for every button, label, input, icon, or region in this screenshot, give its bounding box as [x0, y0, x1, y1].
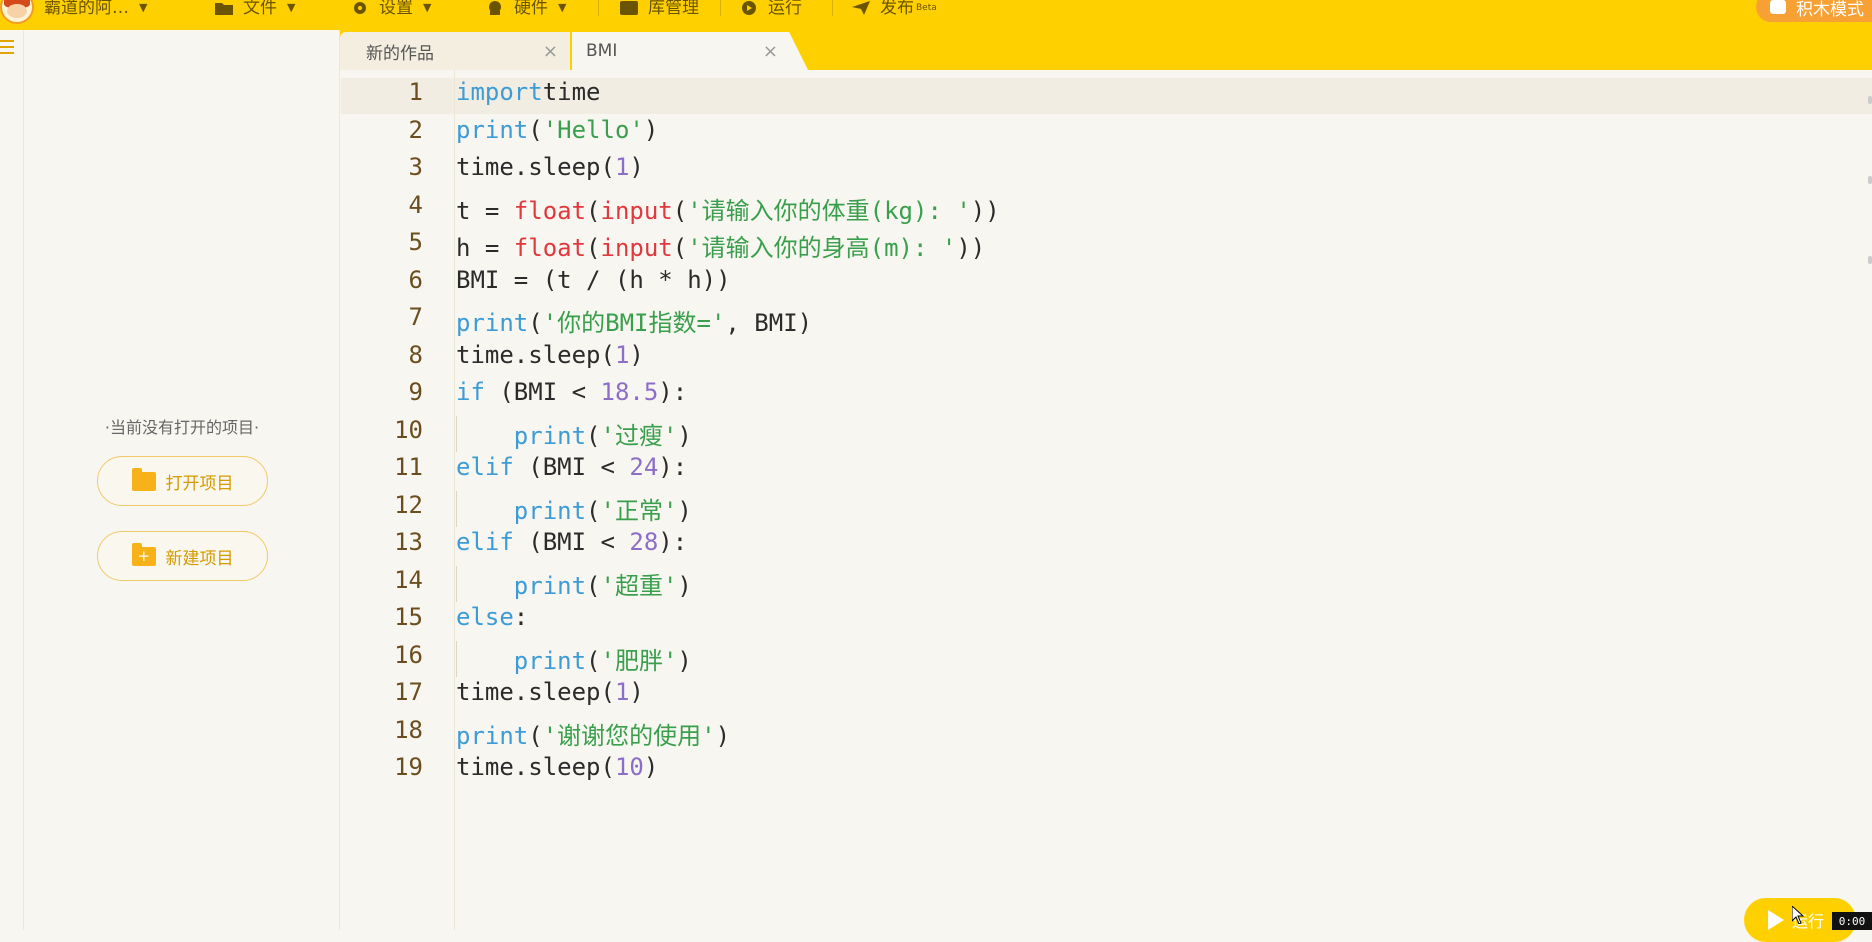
folder-icon: [131, 467, 156, 491]
user-name: 霸道的阿…: [44, 0, 129, 18]
menu-run[interactable]: 运行: [740, 0, 802, 18]
menu-file[interactable]: 文件 ▼: [215, 0, 296, 18]
open-project-button[interactable]: 打开项目: [97, 456, 268, 506]
close-icon[interactable]: ×: [763, 41, 778, 62]
code-line[interactable]: if (BMI < 18.5):: [456, 378, 687, 406]
folder-icon: [215, 3, 233, 15]
line-number: 6: [408, 266, 423, 294]
gear-icon: [354, 2, 366, 14]
hamburger-menu-icon[interactable]: [0, 40, 14, 56]
code-line[interactable]: time.sleep(1): [456, 153, 644, 181]
code-line[interactable]: time.sleep(1): [456, 678, 644, 706]
code-line[interactable]: else:: [456, 603, 528, 631]
play-icon: [1768, 910, 1784, 930]
indent-guide: [456, 491, 457, 527]
code-line[interactable]: print('超重'): [456, 566, 692, 601]
line-number: 13: [394, 528, 423, 556]
mouse-cursor-icon: [1792, 906, 1804, 924]
tab-new-work[interactable]: 新的作品 ×: [340, 32, 570, 70]
hardware-icon: [489, 1, 501, 15]
menu-file-label: 文件: [243, 0, 277, 18]
tab-label: BMI: [586, 41, 618, 61]
menu-publish[interactable]: 发布 Beta: [852, 0, 937, 18]
code-line[interactable]: importtime: [456, 78, 601, 106]
line-number: 5: [408, 228, 423, 256]
close-icon[interactable]: ×: [543, 41, 558, 62]
scroll-marker: [1868, 256, 1872, 264]
code-line[interactable]: print('谢谢您的使用'): [456, 716, 730, 751]
line-number: 19: [394, 753, 423, 781]
code-line[interactable]: elif (BMI < 28):: [456, 528, 687, 556]
line-number: 2: [408, 116, 423, 144]
code-line[interactable]: h = float(input('请输入你的身高(m): ')): [456, 228, 985, 263]
send-icon: [852, 1, 870, 15]
chevron-down-icon: ▼: [287, 1, 296, 14]
library-icon: [620, 1, 638, 15]
beta-badge: Beta: [916, 3, 937, 13]
indent-guide: [456, 416, 457, 452]
line-number: 14: [394, 566, 423, 594]
block-mode-button[interactable]: 积木模式: [1756, 0, 1872, 22]
gutter-divider: [454, 70, 455, 930]
tab-bmi[interactable]: BMI ×: [572, 32, 808, 70]
indent-guide: [456, 566, 457, 602]
blocks-icon: [1770, 0, 1786, 14]
no-project-message: ·当前没有打开的项目·: [104, 418, 260, 437]
code-line[interactable]: elif (BMI < 24):: [456, 453, 687, 481]
chevron-down-icon: ▼: [558, 1, 567, 14]
menu-hardware-label: 硬件: [514, 0, 548, 18]
tab-label: 新的作品: [366, 43, 434, 64]
indent-guide: [456, 641, 457, 677]
user-menu[interactable]: 霸道的阿… ▼: [44, 0, 148, 18]
line-number: 18: [394, 716, 423, 744]
scroll-marker: [1868, 176, 1872, 184]
block-mode-label: 积木模式: [1796, 0, 1864, 20]
line-number: 3: [408, 153, 423, 181]
menu-divider: [598, 0, 599, 16]
code-line[interactable]: BMI = (t / (h * h)): [456, 266, 731, 294]
code-line[interactable]: print('正常'): [456, 491, 692, 526]
line-number: 16: [394, 641, 423, 669]
scroll-marker: [1868, 96, 1872, 104]
line-number-gutter: 1 2 3 4 5 6 7 8 9 10 11 12 13 14 15 16 1…: [341, 70, 455, 930]
menu-library-label: 库管理: [648, 0, 699, 18]
menu-settings[interactable]: 设置 ▼: [351, 0, 432, 18]
chevron-down-icon: ▼: [423, 1, 432, 14]
code-line[interactable]: print('你的BMI指数=', BMI): [456, 303, 812, 338]
line-number: 11: [394, 453, 423, 481]
line-number: 9: [408, 378, 423, 406]
new-project-button[interactable]: + 新建项目: [97, 531, 268, 581]
code-line[interactable]: time.sleep(1): [456, 341, 644, 369]
new-project-label: 新建项目: [165, 548, 234, 569]
menu-library[interactable]: 库管理: [620, 0, 699, 18]
code-editor[interactable]: 1 2 3 4 5 6 7 8 9 10 11 12 13 14 15 16 1…: [341, 70, 1872, 930]
line-number: 10: [394, 416, 423, 444]
new-folder-icon: +: [131, 542, 156, 566]
menu-publish-label: 发布: [880, 0, 914, 18]
line-number: 4: [408, 191, 423, 219]
menu-hardware[interactable]: 硬件 ▼: [486, 0, 567, 18]
sidebar-strip: [0, 30, 24, 930]
code-line[interactable]: t = float(input('请输入你的体重(kg): ')): [456, 191, 1000, 226]
recording-timer: 0:00: [1832, 912, 1872, 930]
code-line[interactable]: time.sleep(10): [456, 753, 658, 781]
menu-divider: [720, 0, 721, 16]
chevron-down-icon: ▼: [139, 1, 148, 14]
line-number: 1: [408, 78, 423, 106]
menu-run-label: 运行: [768, 0, 802, 18]
code-line[interactable]: print('Hello'): [456, 116, 658, 144]
line-number: 8: [408, 341, 423, 369]
line-number: 17: [394, 678, 423, 706]
line-number: 15: [394, 603, 423, 631]
line-number: 7: [408, 303, 423, 331]
play-icon: [742, 1, 756, 15]
code-line[interactable]: print('过瘦'): [456, 416, 692, 451]
menu-divider: [832, 0, 833, 16]
code-line[interactable]: print('肥胖'): [456, 641, 692, 676]
menu-settings-label: 设置: [379, 0, 413, 18]
line-number: 12: [394, 491, 423, 519]
open-project-label: 打开项目: [165, 473, 234, 494]
